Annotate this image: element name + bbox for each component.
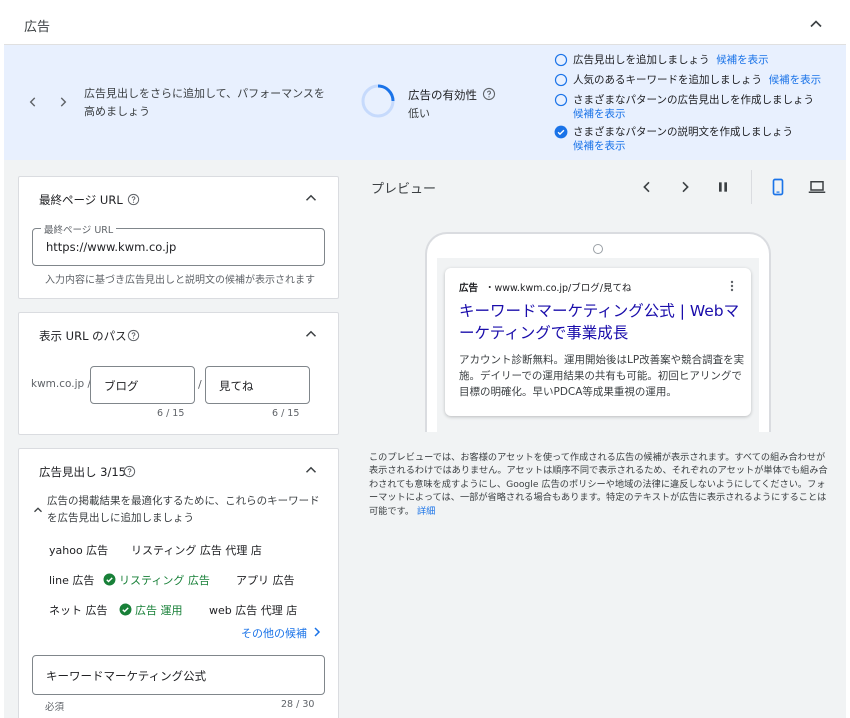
final-url-title: 最終ページ URL [39,193,123,207]
headline-input[interactable]: キーワードマーケティング公式 [32,655,325,695]
keyword-text: yahoo 広告 [49,544,109,557]
phone-screen: 広告 ・www.kwm.co.jp/ブログ/見てね キーワードマーケティング公式… [437,258,759,432]
final-url-card: 最終ページ URL 最終ページ URL https://www.kwm.co.j… [18,176,339,299]
keyword-suggestion[interactable]: リスティング 広告 代理 店 [131,542,262,558]
view-suggestions-link[interactable]: 候補を表示 [573,140,626,152]
final-url-hint: 入力内容に基づき広告見出しと説明文の候補が表示されます [45,275,315,286]
path-1-input[interactable]: ブログ [90,366,195,404]
ad-preview-card: 広告 ・www.kwm.co.jp/ブログ/見てね キーワードマーケティング公式… [445,268,751,416]
keyword-suggestion[interactable]: アプリ 広告 [236,572,295,588]
keyword-text: ネット 広告 [49,604,108,617]
preview-disclaimer-text: このプレビューでは、お客様のアセットを使って作成される広告の候補が表示されます。… [369,452,828,517]
radio-empty-icon[interactable] [554,53,568,67]
phone-mockup: 広告 ・www.kwm.co.jp/ブログ/見てね キーワードマーケティング公式… [425,232,771,432]
ad-label: 広告 [459,283,479,294]
path-1-counter: 6 / 15 [157,408,185,419]
strength-tip-message: 広告見出しをさらに追加して、パフォーマンスを高めましょう [84,87,325,118]
preview-disclaimer: このプレビューでは、お客様のアセットを使って作成される広告の候補が表示されます。… [369,451,829,518]
required-label: 必須 [45,702,65,713]
chevron-right-icon [311,626,323,638]
help-icon[interactable] [123,465,136,478]
more-suggestions-link[interactable]: その他の候補 [241,625,323,641]
ads-section-header: 広告 [4,4,846,45]
ad-display-url: ・www.kwm.co.jp/ブログ/見てね [485,283,632,294]
final-url-input[interactable]: 最終ページ URL https://www.kwm.co.jp [32,222,325,266]
headlines-card: 広告見出し 3/15 広告の掲載結果を最適化するために、これらのキーワードを広告… [18,448,339,718]
chevron-right-icon[interactable] [677,179,693,195]
mobile-device-icon[interactable] [769,178,787,196]
suggestion-text: さまざまなパターンの広告見出しを作成しましょう [573,94,814,106]
view-suggestions-link[interactable]: 候補を表示 [573,108,626,120]
view-suggestions-link[interactable]: 候補を表示 [769,74,822,86]
ad-strength-banner: 広告見出しをさらに追加して、パフォーマンスを高めましょう 広告の有効性 低い 広… [4,45,846,160]
display-path-title: 表示 URL のパス [39,329,127,343]
headline-counter: 28 / 30 [281,699,315,710]
more-suggestions-label: その他の候補 [241,627,307,640]
preview-panel: プレビュー 広告 ・www.kwm.co.jp/ブログ/見てね キーワードマーケ… [351,160,846,718]
laptop-icon[interactable] [807,178,827,196]
keyword-suggestion-added[interactable]: 広告 運用 [119,602,183,618]
more-vert-icon[interactable] [727,280,737,292]
path-2-counter: 6 / 15 [272,408,300,419]
suggestion-text: さまざまなパターンの説明文を作成しましょう [573,126,793,138]
phone-camera [593,244,603,254]
section-title: 広告 [24,20,51,35]
keyword-suggestion[interactable]: ネット 広告 [49,602,108,618]
suggestion-text: 広告見出しを追加しましょう [573,54,710,66]
check-circle-icon [103,573,116,586]
keyword-suggestion-added[interactable]: リスティング 広告 [103,572,210,588]
chevron-left-icon[interactable] [26,95,40,109]
chevron-up-icon[interactable] [31,503,45,517]
path-separator: / [198,378,202,391]
learn-more-link[interactable]: 詳細 [417,506,435,517]
preview-title: プレビュー [371,182,437,197]
keyword-text: リスティング 広告 [119,574,210,587]
keyword-suggestion[interactable]: yahoo 広告 [49,542,108,558]
ad-description: アカウント診断無料。運用開始後はLP改善案や競合調査を実施。デイリーでの運用結果… [459,354,745,398]
keyword-text: 広告 運用 [135,604,183,617]
chevron-right-icon[interactable] [56,95,70,109]
display-path-card: 表示 URL のパス kwm.co.jp / ブログ / 見てね 6 / 15 … [18,312,339,435]
chevron-left-icon[interactable] [639,179,655,195]
pause-icon[interactable] [715,179,731,195]
chevron-up-icon[interactable] [302,461,320,479]
ad-headline[interactable]: キーワードマーケティング公式 | Webマーケティングで事業成長 [459,300,745,344]
keyword-text: リスティング 広告 代理 店 [131,544,262,557]
keyword-suggestion[interactable]: line 広告 [49,572,94,588]
display-domain: kwm.co.jp / [31,378,92,390]
final-url-field-label: 最終ページ URL [41,222,117,236]
chevron-up-icon[interactable] [806,14,826,34]
radio-empty-icon[interactable] [554,73,568,87]
path-2-value[interactable]: 見てね [219,378,254,394]
radio-empty-icon[interactable] [554,93,568,107]
chevron-up-icon[interactable] [302,189,320,207]
ad-strength-ring [361,84,395,118]
chevron-up-icon[interactable] [302,325,320,343]
check-circle-icon [119,603,132,616]
help-icon[interactable] [127,329,140,342]
toolbar-divider [751,170,752,204]
help-icon[interactable] [482,87,496,101]
keyword-text: web 広告 代理 店 [209,604,298,617]
help-icon[interactable] [127,193,140,206]
ad-strength-label: 広告の有効性 [408,88,477,102]
keyword-text: line 広告 [49,574,95,587]
suggestion-text: 人気のあるキーワードを追加しましょう [573,74,762,86]
check-circle-icon[interactable] [554,125,568,139]
headlines-title: 広告見出し 3/15 [39,465,126,479]
keyword-tip: 広告の掲載結果を最適化するために、これらのキーワードを広告見出しに追加しましょう [47,495,320,524]
keyword-suggestion[interactable]: web 広告 代理 店 [209,602,297,618]
ad-editor-panel: 最終ページ URL 最終ページ URL https://www.kwm.co.j… [4,160,351,718]
path-2-input[interactable]: 見てね [205,366,310,404]
path-1-value[interactable]: ブログ [104,378,139,394]
view-suggestions-link[interactable]: 候補を表示 [716,54,769,66]
keyword-text: アプリ 広告 [236,574,295,587]
headline-value[interactable]: キーワードマーケティング公式 [46,668,206,684]
final-url-value[interactable]: https://www.kwm.co.jp [46,240,176,254]
ad-strength-value: 低い [408,107,430,120]
